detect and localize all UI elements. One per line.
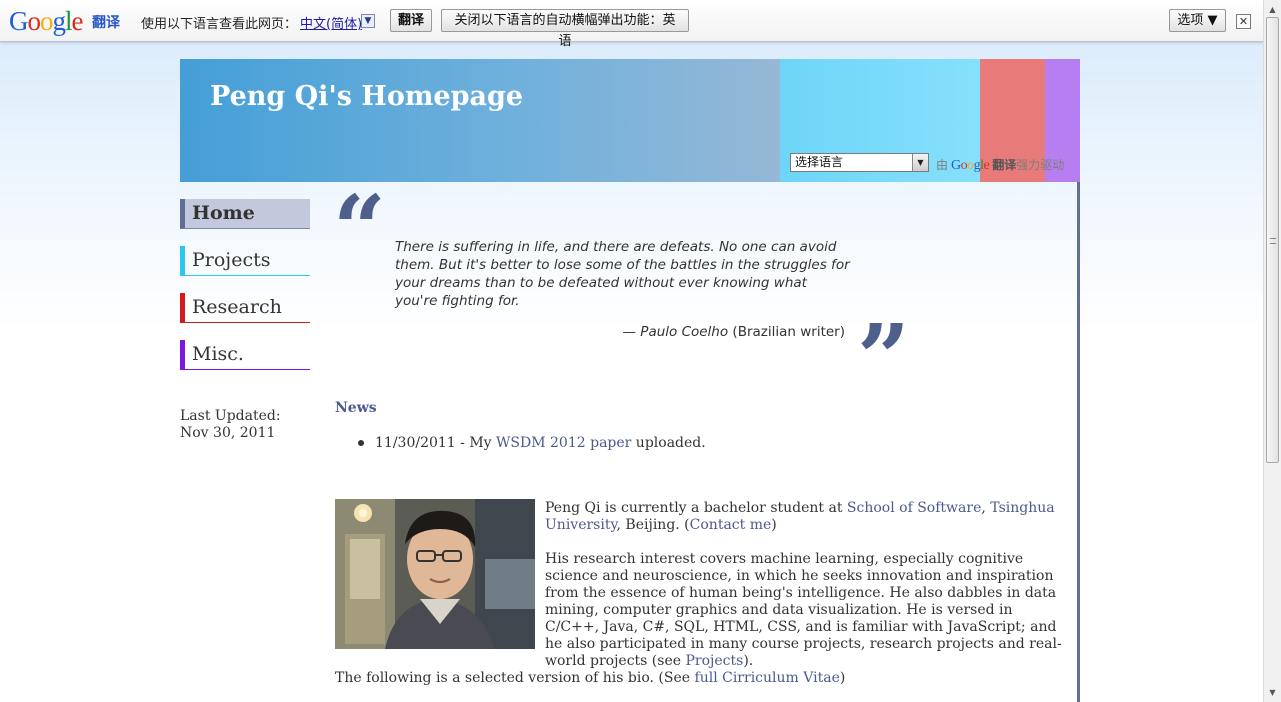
site-title: Peng Qi's Homepage xyxy=(210,81,524,112)
quote-author: Paulo Coelho xyxy=(640,324,729,340)
nav-projects[interactable]: Projects xyxy=(180,246,310,276)
close-icon[interactable]: ✕ xyxy=(1236,14,1251,29)
nav-home[interactable]: Home xyxy=(180,199,310,229)
bullet-icon xyxy=(358,440,364,446)
scroll-down-icon[interactable]: ▼ xyxy=(1266,686,1279,699)
nav-research[interactable]: Research xyxy=(180,293,310,323)
translate-prompt: 使用以下语言查看此网页： xyxy=(141,17,298,32)
disable-auto-banner-button[interactable]: 关闭以下语言的自动横幅弹出功能：英语 xyxy=(441,9,689,49)
target-language-link[interactable]: 中文(简体) xyxy=(300,13,362,32)
language-select[interactable]: 选择语言 ▼ xyxy=(790,153,929,172)
content-divider xyxy=(1077,182,1080,702)
scrollbar-thumb[interactable] xyxy=(1266,17,1279,463)
news-item: 11/30/2011 - My WSDM 2012 paper uploaded… xyxy=(375,435,706,451)
options-button[interactable]: 选项 ▼ xyxy=(1169,9,1226,32)
page-scrollbar[interactable]: ▲ ▼ xyxy=(1263,0,1281,702)
projects-link[interactable]: Projects xyxy=(685,653,743,669)
school-of-software-link[interactable]: School of Software xyxy=(847,500,981,516)
grip-icon xyxy=(1270,238,1276,244)
translate-brand-label: 翻译 xyxy=(92,15,120,31)
last-updated-date: Nov 30, 2011 xyxy=(180,425,276,441)
bio-intro: Peng Qi is currently a bachelor student … xyxy=(545,500,1055,533)
last-updated: Last Updated: Nov 30, 2011 xyxy=(180,408,281,442)
open-quote-icon: “ xyxy=(333,175,386,283)
nav-misc[interactable]: Misc. xyxy=(180,340,310,370)
profile-photo xyxy=(335,499,535,649)
google-logo: Google xyxy=(9,6,83,36)
bio-research-interest: His research interest covers machine lea… xyxy=(545,551,1062,669)
translate-button[interactable]: 翻译 xyxy=(390,9,432,32)
language-select-value: 选择语言 xyxy=(795,155,844,169)
wsdm-paper-link[interactable]: WSDM 2012 paper xyxy=(496,435,631,451)
bio-cv-note: The following is a selected version of h… xyxy=(335,670,846,686)
chevron-down-icon[interactable]: ▼ xyxy=(912,154,928,171)
close-quote-icon: ” xyxy=(857,304,910,412)
google-small-logo: Google xyxy=(951,158,990,173)
powered-by-google: 由 Google 翻译强力驱动 xyxy=(936,158,1065,173)
profile-photo-illustration xyxy=(335,499,535,649)
header-banner-main xyxy=(180,59,780,182)
scroll-up-icon[interactable]: ▲ xyxy=(1266,3,1279,16)
site-header: Peng Qi's Homepage 选择语言 ▼ 由 Google 翻译强力驱动 xyxy=(180,59,1080,182)
last-updated-label: Last Updated: xyxy=(180,408,281,424)
contact-me-link[interactable]: Contact me xyxy=(690,517,772,533)
translate-toolbar: Google 翻译 使用以下语言查看此网页： 中文(简体) ▼ 翻译 关闭以下语… xyxy=(0,0,1281,49)
language-dropdown-icon[interactable]: ▼ xyxy=(361,14,375,28)
quote-attribution: — Paulo Coelho (Brazilian writer) xyxy=(622,324,846,340)
quote-text: There is suffering in life, and there ar… xyxy=(395,239,850,309)
cv-link[interactable]: full Cirriculum Vitae xyxy=(695,670,840,686)
news-heading: News xyxy=(335,400,377,416)
